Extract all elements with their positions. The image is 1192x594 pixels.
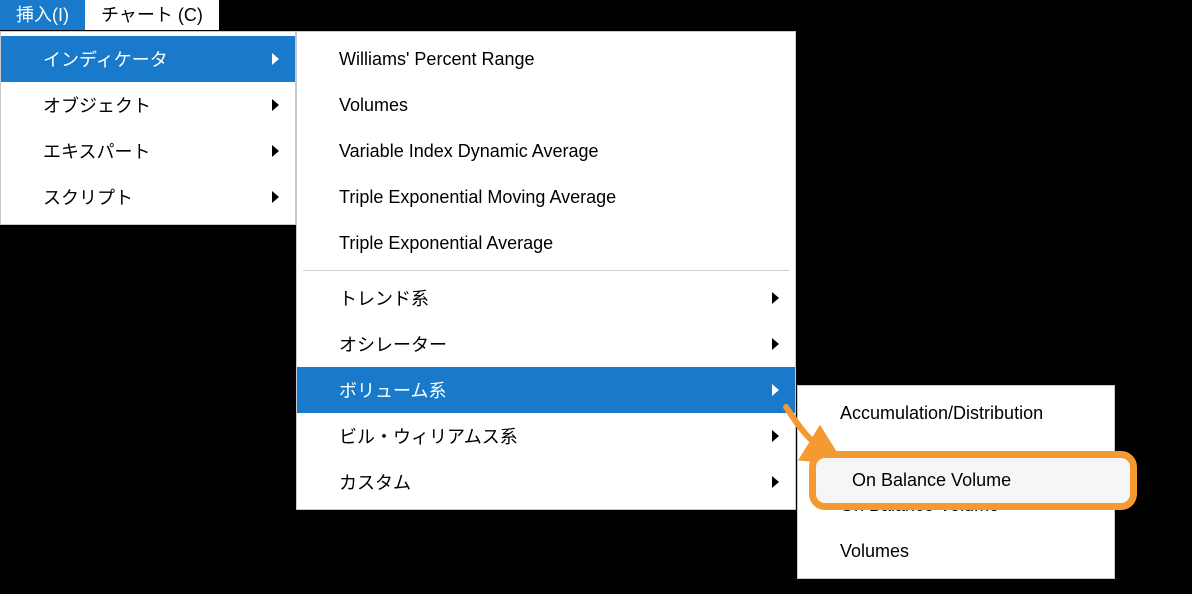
menu-item-oscillators[interactable]: オシレーター: [297, 321, 795, 367]
menu-item-label: Williams' Percent Range: [339, 49, 779, 70]
menu-item-volume-group[interactable]: ボリューム系: [297, 367, 795, 413]
submenu-arrow-icon: [272, 99, 279, 111]
menu-item-label: カスタム: [339, 469, 760, 495]
menu-item-label: オブジェクト: [43, 92, 260, 118]
submenu-arrow-icon: [772, 292, 779, 304]
menu-item-label: Volumes: [339, 95, 779, 116]
menu-item-label: Triple Exponential Average: [339, 233, 779, 254]
menu-volume-sub: Accumulation/Distribution Money Flow Ind…: [797, 385, 1115, 579]
menu-item-volumes[interactable]: Volumes: [297, 82, 795, 128]
menu-item-label: インディケータ: [43, 46, 260, 72]
menu-indicators: Williams' Percent Range Volumes Variable…: [296, 31, 796, 510]
menu-item-wpr[interactable]: Williams' Percent Range: [297, 36, 795, 82]
menu-item-label: Volumes: [840, 541, 1098, 562]
menu-item-label: スクリプト: [43, 184, 260, 210]
menu-item-experts[interactable]: エキスパート: [1, 128, 295, 174]
menu-item-label: On Balance Volume: [840, 495, 1098, 516]
menu-item-scripts[interactable]: スクリプト: [1, 174, 295, 220]
submenu-arrow-icon: [772, 384, 779, 396]
menu-item-label: オシレーター: [339, 331, 760, 357]
menu-insert: インディケータ オブジェクト エキスパート スクリプト: [0, 31, 296, 225]
menu-separator: [303, 270, 789, 271]
menubar: 挿入(I) チャート (C): [0, 0, 1192, 30]
menu-item-label: ビル・ウィリアムス系: [339, 423, 760, 449]
menu-item-volumes-2[interactable]: Volumes: [798, 528, 1114, 574]
menu-item-obv[interactable]: On Balance Volume: [798, 482, 1114, 528]
menu-item-label: ボリューム系: [339, 377, 760, 403]
menu-item-label: トレンド系: [339, 285, 760, 311]
menu-item-label: Variable Index Dynamic Average: [339, 141, 779, 162]
submenu-arrow-icon: [272, 145, 279, 157]
submenu-arrow-icon: [772, 338, 779, 350]
menu-item-label: エキスパート: [43, 138, 260, 164]
menu-item-tema[interactable]: Triple Exponential Moving Average: [297, 174, 795, 220]
menu-item-label: Triple Exponential Moving Average: [339, 187, 779, 208]
menu-item-trix[interactable]: Triple Exponential Average: [297, 220, 795, 266]
menu-item-ad[interactable]: Accumulation/Distribution: [798, 390, 1114, 436]
menu-item-label: Money Flow Index: [840, 449, 1098, 470]
submenu-arrow-icon: [772, 430, 779, 442]
submenu-arrow-icon: [272, 191, 279, 203]
menu-item-label: Accumulation/Distribution: [840, 403, 1098, 424]
menu-item-bill-williams[interactable]: ビル・ウィリアムス系: [297, 413, 795, 459]
menubar-insert[interactable]: 挿入(I): [0, 0, 85, 30]
submenu-arrow-icon: [772, 476, 779, 488]
menu-item-mfi[interactable]: Money Flow Index: [798, 436, 1114, 482]
menu-item-vida[interactable]: Variable Index Dynamic Average: [297, 128, 795, 174]
menu-item-trend[interactable]: トレンド系: [297, 275, 795, 321]
menu-item-indicators[interactable]: インディケータ: [1, 36, 295, 82]
menu-item-objects[interactable]: オブジェクト: [1, 82, 295, 128]
menubar-chart[interactable]: チャート (C): [85, 0, 219, 30]
menu-item-custom[interactable]: カスタム: [297, 459, 795, 505]
submenu-arrow-icon: [272, 53, 279, 65]
